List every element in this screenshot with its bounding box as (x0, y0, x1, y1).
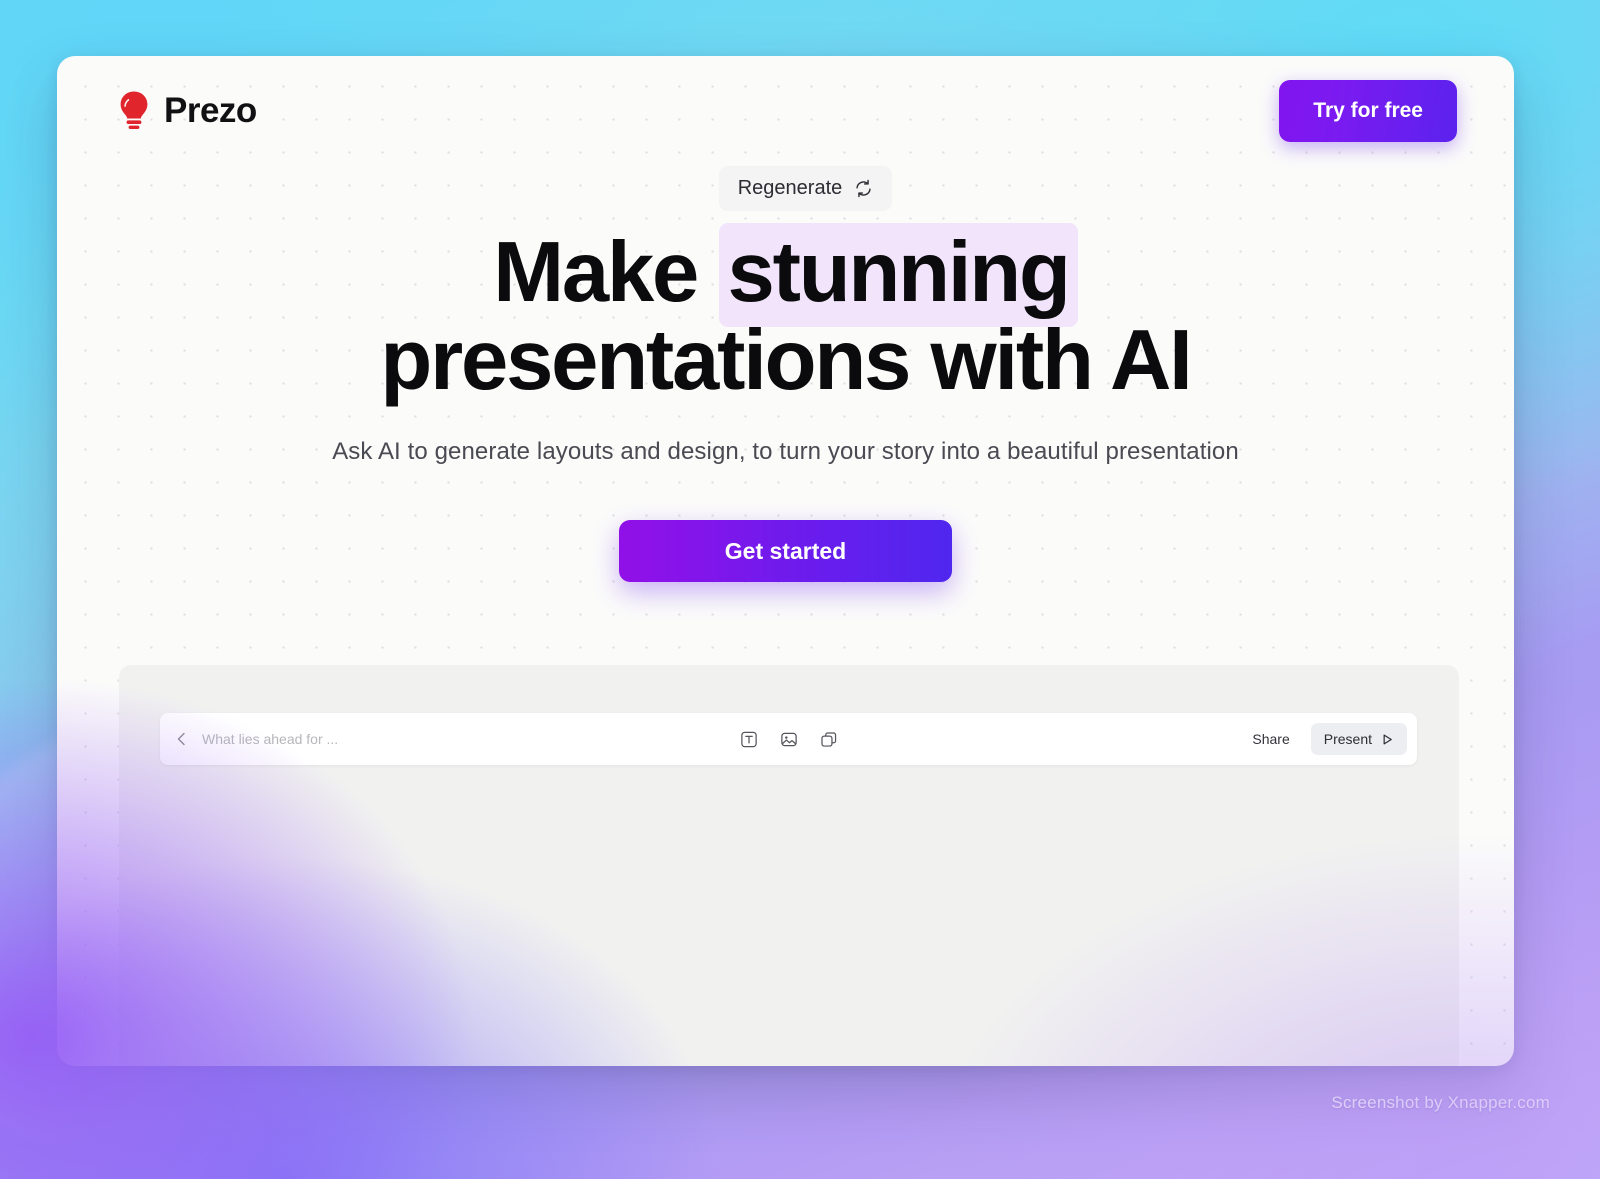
regenerate-label: Regenerate (737, 177, 843, 199)
watermark: Screenshot by Xnapper.com (1331, 1093, 1550, 1112)
toolbar-right-group: Share Present (1239, 723, 1407, 755)
editor-toolbar: What lies ahead for ... Share Present (160, 713, 1417, 765)
headline-highlight: stunning (718, 223, 1078, 327)
brand-name: Prezo (164, 91, 257, 130)
hero-section: Regenerate Make stunning presentations w… (57, 166, 1514, 583)
shapes-icon[interactable] (819, 730, 838, 749)
headline-part-one: Make (493, 225, 719, 320)
play-icon (1383, 734, 1392, 744)
page-title: Make stunning presentations with AI (236, 223, 1336, 404)
try-for-free-button[interactable]: Try for free (1279, 80, 1457, 142)
share-button[interactable]: Share (1239, 723, 1302, 755)
regenerate-button[interactable]: Regenerate (718, 166, 893, 211)
toolbar-left-group: What lies ahead for ... (160, 731, 338, 747)
deck-title[interactable]: What lies ahead for ... (202, 731, 338, 747)
headline-part-two: presentations with AI (380, 312, 1192, 408)
hero-subtitle: Ask AI to generate layouts and design, t… (332, 438, 1239, 466)
present-label: Present (1323, 731, 1372, 747)
text-box-icon[interactable] (739, 730, 758, 749)
toolbar-center-group (739, 730, 838, 749)
editor-preview-panel: What lies ahead for ... Share Present (119, 665, 1459, 1066)
lightbulb-icon (120, 91, 148, 129)
get-started-button[interactable]: Get started (619, 520, 952, 583)
present-button[interactable]: Present (1310, 723, 1407, 755)
refresh-icon (856, 179, 871, 198)
top-bar: Prezo Try for free (57, 56, 1514, 166)
chevron-left-icon[interactable] (174, 731, 190, 747)
app-window: Prezo Try for free Regenerate Make stunn… (57, 56, 1514, 1066)
brand-logo[interactable]: Prezo (117, 90, 257, 132)
desktop-wallpaper: Prezo Try for free Regenerate Make stunn… (0, 0, 1600, 1179)
image-box-icon[interactable] (779, 730, 798, 749)
